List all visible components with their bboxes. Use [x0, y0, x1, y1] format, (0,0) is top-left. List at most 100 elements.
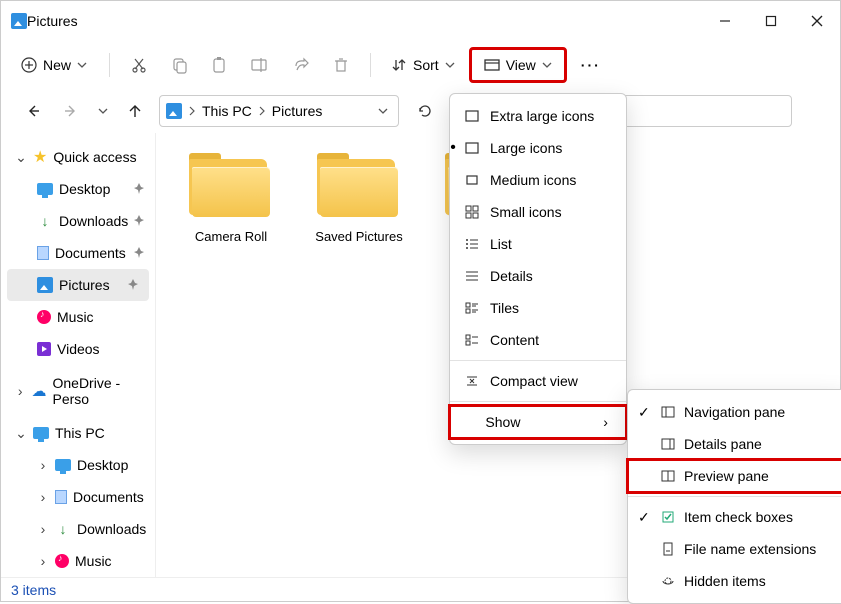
sidebar-item-desktop[interactable]: Desktop [1, 173, 155, 205]
current-indicator: • [449, 139, 457, 157]
sidebar-item-label: Downloads [77, 521, 146, 537]
check-icon: ✓ [638, 404, 650, 421]
maximize-button[interactable] [748, 5, 794, 37]
music-icon [55, 554, 69, 568]
sort-button[interactable]: Sort [383, 47, 463, 83]
chevron-right-icon [188, 106, 196, 116]
sidebar-item-documents[interactable]: ›Documents [1, 481, 155, 513]
show-menu-file-name-extensions[interactable]: File name extensions [628, 533, 841, 565]
chevron-right-icon: › [37, 457, 49, 473]
view-menu: Extra large icons • Large icons Medium icon… [449, 93, 627, 445]
sidebar-item-label: Music [75, 553, 112, 569]
folder-saved-pictures[interactable]: Saved Pictures [314, 153, 404, 244]
back-button[interactable] [19, 97, 47, 125]
sidebar-item-downloads[interactable]: ↓Downloads [1, 205, 155, 237]
sidebar-item-downloads[interactable]: › ↓ Downloads [1, 513, 155, 545]
view-button[interactable]: View [469, 47, 567, 83]
sidebar-onedrive[interactable]: › ☁ OneDrive - Perso [1, 375, 155, 407]
download-icon: ↓ [55, 521, 71, 537]
share-button[interactable] [284, 47, 318, 83]
menu-item-label: Navigation pane [684, 404, 785, 420]
show-menu-preview-pane[interactable]: Preview pane [628, 460, 841, 492]
cut-button[interactable] [122, 47, 156, 83]
view-label: View [506, 57, 536, 73]
view-menu-large[interactable]: • Large icons [450, 132, 626, 164]
pin-icon [133, 213, 145, 229]
forward-button[interactable] [57, 97, 85, 125]
check-icon: ✓ [638, 509, 650, 526]
details-icon [464, 269, 480, 283]
sort-icon [391, 57, 407, 73]
view-menu-xlarge[interactable]: Extra large icons [450, 100, 626, 132]
chevron-down-icon[interactable] [378, 106, 388, 116]
chevron-right-icon: › [603, 414, 608, 430]
show-menu-item-check-boxes[interactable]: ✓Item check boxes [628, 501, 841, 533]
sidebar-item-pictures[interactable]: Pictures [7, 269, 149, 301]
show-submenu: ✓ Navigation pane Details pane Preview pane… [627, 389, 841, 604]
crumb-pictures[interactable]: Pictures [272, 103, 323, 119]
menu-item-label: Extra large icons [490, 108, 594, 124]
more-button[interactable]: ··· [573, 47, 609, 83]
sidebar-item-desktop[interactable]: ›Desktop [1, 449, 155, 481]
sidebar-item-music[interactable]: Music [1, 301, 155, 333]
refresh-button[interactable] [409, 95, 441, 127]
pin-icon [133, 245, 145, 261]
sidebar-this-pc[interactable]: ⌄ This PC [1, 417, 155, 449]
crumb-this-pc[interactable]: This PC [202, 103, 252, 119]
view-menu-medium[interactable]: Medium icons [450, 164, 626, 196]
breadcrumb[interactable]: This PC Pictures [159, 95, 399, 127]
sidebar-item-documents[interactable]: Documents [1, 237, 155, 269]
view-menu-details[interactable]: Details [450, 260, 626, 292]
large-icon [464, 141, 480, 155]
navbar: This PC Pictures [1, 89, 840, 133]
rename-button[interactable] [242, 47, 278, 83]
chevron-right-icon [258, 106, 266, 116]
sidebar-item-label: Pictures [59, 277, 110, 293]
chevron-down-icon [542, 60, 552, 70]
view-menu-tiles[interactable]: Tiles [450, 292, 626, 324]
delete-button[interactable] [324, 47, 358, 83]
recent-button[interactable] [95, 97, 111, 125]
chevron-right-icon: › [37, 553, 49, 569]
app-icon [11, 13, 27, 29]
desktop-icon [37, 183, 53, 195]
sidebar-item-videos[interactable]: Videos [1, 333, 155, 365]
pane-icon [660, 469, 676, 483]
sidebar: ⌄ ★ Quick access Desktop↓DownloadsDocume… [1, 133, 156, 577]
view-menu-show[interactable]: Show› [450, 406, 626, 438]
chevron-right-icon: › [37, 521, 49, 537]
menu-item-label: Compact view [490, 373, 578, 389]
folder-label: Camera Roll [195, 229, 267, 244]
view-menu-small[interactable]: Small icons [450, 196, 626, 228]
sidebar-quick-access[interactable]: ⌄ ★ Quick access [1, 141, 155, 173]
menu-item-label: Large icons [490, 140, 562, 156]
toolbar: New Sort View ··· [1, 41, 840, 89]
minimize-button[interactable] [702, 5, 748, 37]
show-menu-details-pane[interactable]: Details pane [628, 428, 841, 460]
up-button[interactable] [121, 97, 149, 125]
copy-button[interactable] [162, 47, 196, 83]
show-menu-hidden-items[interactable]: Hidden items [628, 565, 841, 597]
chevron-down-icon [445, 60, 455, 70]
close-button[interactable] [794, 5, 840, 37]
folder-camera-roll[interactable]: Camera Roll [186, 153, 276, 244]
view-menu-compact[interactable]: Compact view [450, 365, 626, 397]
sidebar-item-label: Downloads [59, 213, 128, 229]
view-menu-content[interactable]: Content [450, 324, 626, 356]
rename-icon [250, 56, 270, 74]
chevron-down-icon [77, 60, 87, 70]
monitor-icon [33, 427, 49, 439]
refresh-icon [417, 103, 433, 119]
view-menu-list[interactable]: List [450, 228, 626, 260]
paste-button[interactable] [202, 47, 236, 83]
show-menu-navigation-pane[interactable]: ✓ Navigation pane [628, 396, 841, 428]
document-icon [55, 490, 67, 504]
trash-icon [332, 56, 350, 74]
menu-item-label: Hidden items [684, 573, 766, 589]
list-icon [464, 237, 480, 251]
menu-item-label: Details [490, 268, 533, 284]
new-button[interactable]: New [13, 47, 97, 83]
sidebar-item-label: Documents [55, 245, 126, 261]
menu-item-label: Preview pane [684, 468, 769, 484]
sidebar-item-music[interactable]: › Music [1, 545, 155, 577]
